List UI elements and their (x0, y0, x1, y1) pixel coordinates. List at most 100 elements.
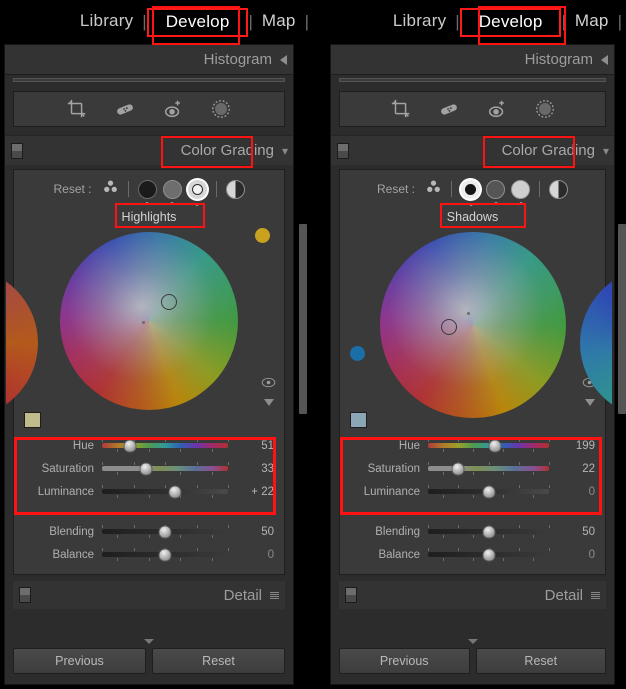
module-develop[interactable]: Develop (470, 10, 552, 35)
slider-row-saturation[interactable]: Saturation 22 (350, 457, 595, 480)
slider-row-saturation[interactable]: Saturation 33 (24, 457, 274, 480)
shadows-wheel-icon[interactable] (137, 179, 157, 205)
slider-knob-hue[interactable] (488, 439, 502, 452)
reset-button[interactable]: Reset (152, 648, 285, 674)
global-wheel-icon[interactable] (549, 179, 568, 199)
chevron-down-icon[interactable]: ▾ (282, 145, 288, 157)
color-grading-header[interactable]: Color Grading ▾ (5, 135, 293, 165)
panel-resize-caret-icon[interactable] (144, 639, 154, 644)
right-panel-scrollbar[interactable] (615, 44, 626, 685)
wheel-handle[interactable] (440, 319, 457, 336)
masking-icon[interactable] (534, 98, 556, 120)
expand-sliders-icon[interactable] (263, 399, 274, 406)
slider-row-blending[interactable]: Blending 50 (24, 520, 274, 543)
color-grading-body: Reset : (13, 169, 285, 575)
develop-right-column: Histogram (4, 44, 294, 685)
slider-row-balance[interactable]: Balance 0 (350, 543, 595, 566)
scrollbar-thumb[interactable] (618, 224, 626, 414)
module-map[interactable]: Map (566, 9, 618, 35)
highlights-wheel-icon[interactable] (511, 179, 530, 205)
histogram-header[interactable]: Histogram (331, 45, 614, 75)
reset-button[interactable]: Reset (475, 648, 606, 674)
previous-button[interactable]: Previous (339, 648, 470, 674)
slider-row-balance[interactable]: Balance 0 (24, 543, 274, 566)
detail-header[interactable]: Detail (339, 581, 606, 609)
slider-knob-saturation[interactable] (139, 462, 153, 475)
slider-row-luminance[interactable]: Luminance + 22 (24, 480, 274, 503)
midtones-wheel-icon[interactable] (162, 179, 182, 205)
spot-removal-icon[interactable] (114, 98, 136, 120)
all-wheels-icon[interactable] (102, 178, 119, 200)
module-library[interactable]: Library (384, 9, 455, 35)
color-wheel[interactable] (379, 232, 566, 418)
module-map[interactable]: Map (253, 9, 305, 35)
color-wheel[interactable] (60, 232, 238, 410)
slider-knob-luminance[interactable] (168, 485, 182, 498)
color-grading-title: Color Grading (501, 142, 595, 159)
slider-row-hue[interactable]: Hue 199 (350, 434, 595, 457)
collapse-left-icon[interactable] (601, 54, 608, 65)
panel-switch-icon[interactable] (345, 587, 357, 603)
panel-switch-icon[interactable] (19, 587, 31, 603)
panel-resize-caret-icon[interactable] (467, 639, 478, 644)
collapse-grip-icon[interactable] (591, 591, 600, 599)
spot-removal-icon[interactable] (438, 98, 460, 120)
collapse-grip-icon[interactable] (270, 591, 279, 599)
slider-knob-balance[interactable] (158, 548, 172, 561)
slider-row-blending[interactable]: Blending 50 (350, 520, 595, 543)
slider-label-balance: Balance (52, 548, 94, 561)
slider-row-hue[interactable]: Hue 51 (24, 434, 274, 457)
slider-track-hue[interactable] (102, 439, 229, 452)
slider-track-balance[interactable] (428, 548, 550, 561)
detail-header[interactable]: Detail (13, 581, 285, 609)
wheel-center-dot (141, 321, 145, 324)
previous-button[interactable]: Previous (13, 648, 146, 674)
red-eye-icon[interactable] (162, 98, 184, 120)
slider-knob-saturation[interactable] (451, 462, 465, 475)
wheel-handle[interactable] (161, 294, 178, 311)
slider-track-saturation[interactable] (102, 462, 229, 475)
panel-switch-icon[interactable] (337, 142, 349, 159)
slider-track-hue[interactable] (428, 439, 550, 452)
slider-value-balance: 0 (267, 548, 274, 561)
slider-track-luminance[interactable] (102, 485, 229, 498)
slider-knob-blending[interactable] (158, 525, 172, 538)
slider-track-blending[interactable] (428, 525, 550, 538)
slider-knob-luminance[interactable] (482, 485, 495, 498)
slider-track-saturation[interactable] (428, 462, 550, 475)
global-wheel-icon[interactable] (225, 179, 245, 199)
masking-icon[interactable] (210, 98, 232, 120)
slider-track-balance[interactable] (102, 548, 229, 561)
current-color-swatch[interactable] (350, 412, 367, 428)
color-grading-header[interactable]: Color Grading ▾ (331, 135, 614, 165)
panel-switch-icon[interactable] (11, 142, 23, 159)
slider-knob-blending[interactable] (482, 525, 495, 538)
collapse-left-icon[interactable] (280, 54, 287, 65)
color-wheel-area[interactable] (340, 228, 605, 418)
eye-visibility-icon[interactable] (261, 375, 276, 393)
module-develop[interactable]: Develop (157, 10, 239, 35)
left-screenshot-panel: Library | Develop | Map | Histogram Colo… (0, 0, 313, 689)
footer-button-row: Previous Reset (339, 648, 606, 674)
histogram-header[interactable]: Histogram (5, 45, 293, 75)
slider-value-blending: 50 (582, 525, 595, 538)
module-library[interactable]: Library (71, 9, 142, 35)
highlights-wheel-icon[interactable] (187, 179, 207, 206)
slider-track-blending[interactable] (102, 525, 229, 538)
color-wheel-area[interactable] (14, 228, 284, 410)
slider-track-luminance[interactable] (428, 485, 550, 498)
crop-tool-icon[interactable] (66, 98, 88, 120)
slider-row-luminance[interactable]: Luminance 0 (350, 480, 595, 503)
adjacent-wheel-clip (572, 268, 612, 418)
shadows-wheel-icon[interactable] (461, 179, 480, 206)
right-panel-scrollbar[interactable] (296, 44, 310, 685)
midtones-wheel-icon[interactable] (486, 179, 505, 205)
slider-knob-hue[interactable] (123, 439, 137, 452)
all-wheels-icon[interactable] (425, 178, 442, 200)
crop-tool-icon[interactable] (390, 98, 412, 120)
develop-tool-strip (339, 91, 606, 127)
scrollbar-thumb[interactable] (299, 224, 307, 414)
chevron-down-icon[interactable]: ▾ (603, 145, 609, 157)
slider-knob-balance[interactable] (482, 548, 495, 561)
red-eye-icon[interactable] (486, 98, 508, 120)
